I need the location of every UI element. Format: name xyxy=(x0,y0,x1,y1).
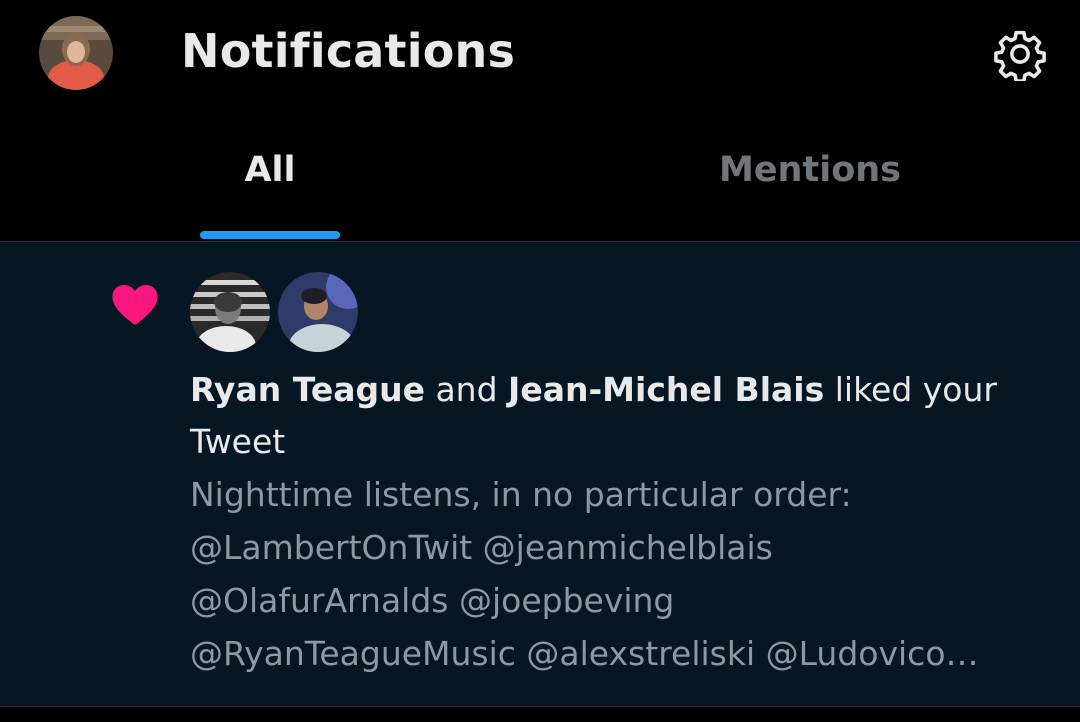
avatar-image xyxy=(278,272,358,352)
notification-connector: and xyxy=(424,370,509,409)
user-avatar-image xyxy=(39,16,113,90)
liker-avatar-jean-michel-blais[interactable] xyxy=(278,272,358,352)
liker-avatar-ryan-teague[interactable] xyxy=(190,272,270,352)
liker-name-1[interactable]: Ryan Teague xyxy=(190,370,425,409)
liker-name-2[interactable]: Jean-Michel Blais xyxy=(508,370,824,409)
gear-icon xyxy=(994,30,1046,81)
notification-tabs: All Mentions xyxy=(0,110,1080,242)
tweet-line: @RyanTeagueMusic @alexstreliski @Ludovic… xyxy=(190,634,979,673)
heart-icon xyxy=(108,276,162,330)
profile-avatar[interactable] xyxy=(39,16,113,90)
active-tab-indicator xyxy=(200,231,340,239)
tweet-line: @LambertOnTwit @jeanmichelblais xyxy=(190,528,773,567)
avatar-image xyxy=(190,272,270,352)
settings-button[interactable] xyxy=(990,24,1050,84)
tab-mentions-label: Mentions xyxy=(718,149,901,190)
next-item-edge xyxy=(0,707,1080,722)
tab-mentions[interactable]: Mentions xyxy=(540,110,1080,241)
notification-text: Ryan Teague and Jean-Michel Blais liked … xyxy=(190,364,1050,468)
tweet-line: Nighttime listens, in no particular orde… xyxy=(190,475,852,514)
top-bar: Notifications xyxy=(0,0,1080,110)
page-title: Notifications xyxy=(181,24,516,78)
tab-all[interactable]: All xyxy=(0,110,540,241)
tweet-preview: Nighttime listens, in no particular orde… xyxy=(190,468,1050,680)
tab-all-label: All xyxy=(244,149,296,190)
tweet-line: @OlafurArnalds @joepbeving xyxy=(190,581,675,620)
